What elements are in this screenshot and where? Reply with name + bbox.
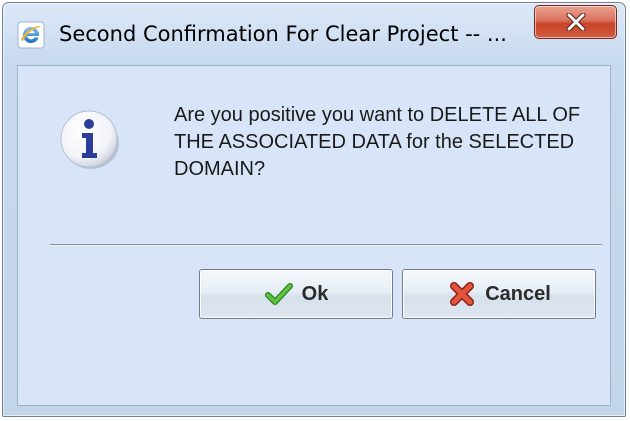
cancel-label: Cancel [485,282,551,305]
window-title: Second Confirmation For Clear Project --… [59,22,507,46]
x-icon [447,279,477,309]
close-icon [565,13,587,31]
title-bar[interactable]: Second Confirmation For Clear Project --… [3,3,625,63]
ok-label: Ok [301,282,329,305]
confirmation-message: Are you positive you want to DELETE ALL … [174,104,581,180]
checkmark-icon [264,279,294,309]
cancel-button[interactable]: Cancel [402,269,596,319]
dialog-body: Are you positive you want to DELETE ALL … [17,65,611,406]
ok-button[interactable]: Ok [199,269,393,319]
close-button[interactable] [534,5,617,39]
divider [50,244,602,246]
dialog-window: Second Confirmation For Clear Project --… [2,2,626,417]
ie-icon [17,21,45,49]
info-icon [58,107,122,171]
